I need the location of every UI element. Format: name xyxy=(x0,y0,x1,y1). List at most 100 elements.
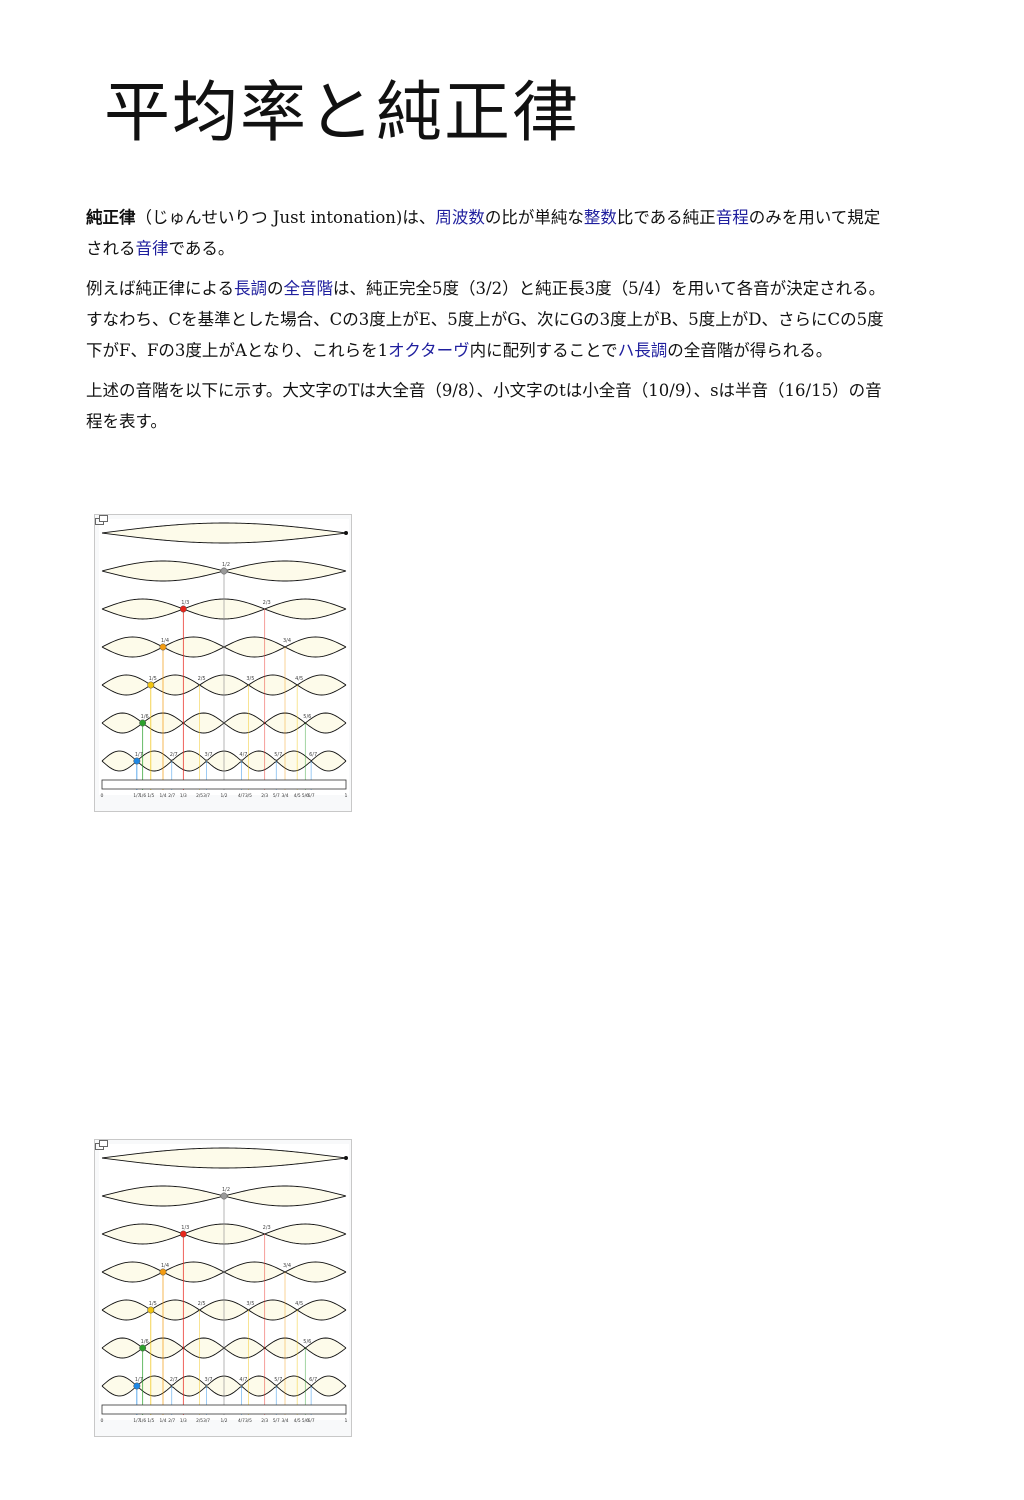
scale-tick-label: 1/3 xyxy=(180,1418,187,1424)
harmonics-figure-2[interactable]: 1/2 1/3 2/3 1/4 3/4 1/5 2/5 3/5 4/5 1/6 5/6 1/7 2/7 3… xyxy=(94,1139,352,1437)
end-node-dot xyxy=(344,1156,348,1160)
node-label: 2/3 xyxy=(263,600,271,606)
node-label: 1/5 xyxy=(149,1301,157,1307)
node-marker xyxy=(220,567,228,575)
node-label: 4/5 xyxy=(295,1301,303,1307)
node-label: 1/2 xyxy=(222,562,230,568)
node-label: 1/3 xyxy=(181,1225,189,1231)
node-label: 3/4 xyxy=(283,1263,291,1269)
node-label: 2/5 xyxy=(198,1301,206,1307)
scale-tick-label: 1/6 xyxy=(139,1418,146,1424)
node-label: 3/7 xyxy=(205,752,213,758)
scale-tick-label: 3/7 xyxy=(203,793,210,799)
node-label: 3/5 xyxy=(246,676,254,682)
scale-tick-label: 2/3 xyxy=(261,1418,268,1424)
page-title: 平均率と純正律 xyxy=(104,74,580,151)
text: 比である純正 xyxy=(616,208,716,227)
node-marker xyxy=(159,643,167,651)
link-c-major[interactable]: ハ長調 xyxy=(618,341,668,360)
link-octave[interactable]: オクターヴ xyxy=(388,341,470,360)
node-label: 3/4 xyxy=(283,638,291,644)
link-interval[interactable]: 音程 xyxy=(716,208,749,227)
node-label: 6/7 xyxy=(309,752,317,758)
text: 内に配列することで xyxy=(469,341,618,360)
node-label: 5/7 xyxy=(274,752,282,758)
scale-tick-label: 4/5 xyxy=(294,1418,301,1424)
node-marker xyxy=(147,681,155,689)
scale-tick-label: 6/7 xyxy=(308,793,315,799)
node-label: 3/5 xyxy=(246,1301,254,1307)
link-temperament[interactable]: 音律 xyxy=(136,239,169,258)
node-label: 4/7 xyxy=(239,1377,247,1383)
scale-tick-label: 3/4 xyxy=(282,1418,289,1424)
paragraph-scale-notation: 上述の音階を以下に示す。大文字のTは大全音（9/8）、小文字のtは小全音（10/… xyxy=(86,375,886,437)
node-marker xyxy=(133,757,141,765)
node-label: 1/4 xyxy=(161,638,169,644)
node-marker xyxy=(220,1192,228,1200)
scale-tick-label: 2/7 xyxy=(168,793,175,799)
node-label: 6/7 xyxy=(309,1377,317,1383)
scale-end-label: 1 xyxy=(345,1418,348,1424)
scale-tick-label: 1/5 xyxy=(147,793,154,799)
text: （じゅんせいりつ Just intonation)は、 xyxy=(135,208,436,227)
node-label: 2/3 xyxy=(263,1225,271,1231)
scale-tick-label: 1/4 xyxy=(160,793,167,799)
node-marker xyxy=(147,1306,155,1314)
node-label: 1/7 xyxy=(135,752,143,758)
scale-tick-label: 4/5 xyxy=(294,793,301,799)
paragraph-definition: 純正律（じゅんせいりつ Just intonation)は、周波数の比が単純な整… xyxy=(86,202,886,264)
scale-tick-label: 5/7 xyxy=(273,793,280,799)
scale-tick-label: 2/3 xyxy=(261,793,268,799)
node-label: 1/4 xyxy=(161,1263,169,1269)
link-diatonic-scale[interactable]: 全音階 xyxy=(284,279,334,298)
term-bold: 純正律 xyxy=(86,208,136,227)
node-label: 5/7 xyxy=(274,1377,282,1383)
node-label: 1/6 xyxy=(141,1339,149,1345)
text: 例えば純正律による xyxy=(86,279,235,298)
text: 上述の音階を以下に示す。大文字のTは大全音（9/8）、小文字のtは小全音（10/… xyxy=(86,381,882,431)
end-node-dot xyxy=(344,531,348,535)
scale-bar xyxy=(101,779,347,790)
node-label: 5/6 xyxy=(303,714,311,720)
node-label: 2/7 xyxy=(170,752,178,758)
scale-tick-label: 5/7 xyxy=(273,1418,280,1424)
scale-tick-label: 1/3 xyxy=(180,793,187,799)
text: の全音階が得られる。 xyxy=(667,341,833,360)
node-label: 4/7 xyxy=(239,752,247,758)
scale-tick-label: 3/4 xyxy=(282,793,289,799)
magnify-icon[interactable] xyxy=(95,515,108,525)
node-label: 4/5 xyxy=(295,676,303,682)
scale-tick-label: 1/2 xyxy=(221,793,228,799)
scale-tick-label: 1/4 xyxy=(160,1418,167,1424)
text: の比が単純な xyxy=(484,208,584,227)
scale-tick-label: 3/7 xyxy=(203,1418,210,1424)
node-label: 2/5 xyxy=(198,676,206,682)
node-marker xyxy=(179,1230,187,1238)
link-frequency[interactable]: 周波数 xyxy=(435,208,485,227)
node-marker xyxy=(179,605,187,613)
scale-tick-label: 2/7 xyxy=(168,1418,175,1424)
scale-start-label: 0 xyxy=(101,1418,104,1424)
link-major-key[interactable]: 長調 xyxy=(234,279,267,298)
node-label: 1/6 xyxy=(141,714,149,720)
harmonics-figure-1[interactable]: 1/2 1/3 2/3 1/4 3/4 1/5 2/5 3/5 4/5 1/6 5/6 1/7 2/7 3… xyxy=(94,514,352,812)
scale-tick-label: 6/7 xyxy=(308,1418,315,1424)
scale-tick-label: 1/2 xyxy=(221,1418,228,1424)
scale-tick-label: 1/5 xyxy=(147,1418,154,1424)
article-body: 純正律（じゅんせいりつ Just intonation)は、周波数の比が単純な整… xyxy=(86,202,886,446)
node-label: 1/7 xyxy=(135,1377,143,1383)
node-label: 5/6 xyxy=(303,1339,311,1345)
harmonics-diagram-1: 1/2 1/3 2/3 1/4 3/4 1/5 2/5 3/5 4/5 1/6 5/6 1/7 2/7 3… xyxy=(99,519,349,799)
harmonics-diagram-2: 1/2 1/3 2/3 1/4 3/4 1/5 2/5 3/5 4/5 1/6 5/6 1/7 2/7 3… xyxy=(99,1144,349,1424)
node-marker xyxy=(133,1382,141,1390)
scale-tick-label: 3/5 xyxy=(245,1418,252,1424)
node-marker xyxy=(139,719,147,727)
magnify-icon[interactable] xyxy=(95,1140,108,1150)
paragraph-major-scale: 例えば純正律による長調の全音階は、純正完全5度（3/2）と純正長3度（5/4）を… xyxy=(86,273,886,366)
node-label: 3/7 xyxy=(205,1377,213,1383)
text: である。 xyxy=(168,239,235,258)
scale-start-label: 0 xyxy=(101,793,104,799)
link-integer[interactable]: 整数 xyxy=(584,208,617,227)
node-label: 2/7 xyxy=(170,1377,178,1383)
node-marker xyxy=(159,1268,167,1276)
